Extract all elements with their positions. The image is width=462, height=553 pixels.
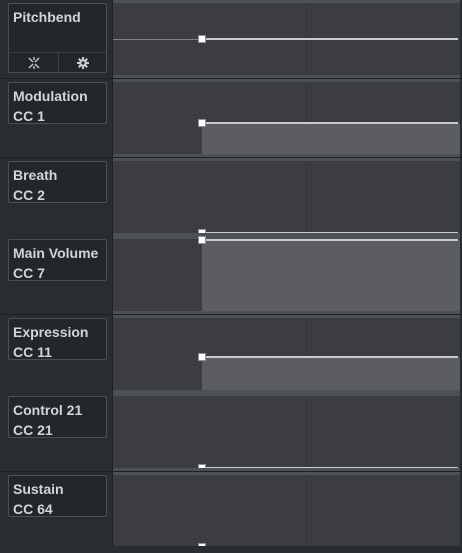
lane-header: Breath CC 2 [0,158,112,236]
controller-value-fill [202,357,460,390]
controller-cc-number: CC 7 [13,265,45,281]
controller-cc-number: CC 11 [13,344,52,360]
lane-top-line [113,393,460,396]
controller-value-line [202,122,458,124]
lane-header: Sustain CC 64 [0,472,112,550]
controller-name: Expression [13,324,89,340]
controller-lane-modulation: Modulation CC 1 [0,79,462,157]
controller-value-fill [202,123,460,154]
lane-header: Modulation CC 1 [0,79,112,157]
controller-name: Main Volume [13,245,99,261]
controller-lane-control-21: Control 21 CC 21 [0,393,462,471]
lane-bottom-line [113,75,460,78]
controller-value-line [202,38,458,40]
bar-divider [306,475,307,547]
controller-event-area[interactable] [113,79,460,157]
controller-select[interactable]: Breath CC 2 [8,161,107,203]
controller-cc-number: CC 21 [13,422,53,438]
controller-event-area[interactable] [113,158,460,236]
controller-event-handle[interactable] [198,236,206,244]
collapse-button[interactable] [10,53,58,72]
lane-top-line [113,0,460,3]
controller-select[interactable]: Sustain CC 64 [8,475,107,517]
controller-event-area[interactable] [113,315,460,393]
controller-select[interactable]: Main Volume CC 7 [8,239,107,281]
gear-icon [76,56,90,70]
controller-lane-breath: Breath CC 2 [0,158,462,236]
lane-top-line [113,79,460,82]
lane-controls [10,52,106,72]
gear-button[interactable] [58,53,106,72]
lane-top-line [113,158,460,161]
lane-header: Control 21 CC 21 [0,393,112,471]
lane-top-line [113,315,460,318]
collapse-icon [27,56,41,70]
lane-header: Pitchbend [0,0,112,78]
lane-bottom-line [113,154,460,157]
controller-event-area[interactable] [113,0,460,78]
pitchbend-center-line [113,39,202,40]
controller-event-handle[interactable] [198,119,206,127]
controller-lane-expression: Expression CC 11 [0,315,462,393]
controller-event-handle[interactable] [198,353,206,361]
controller-name: Pitchbend [13,9,81,25]
controller-select[interactable]: Control 21 CC 21 [8,396,107,438]
controller-event-handle[interactable] [198,35,206,43]
controller-cc-number: CC 2 [13,187,45,203]
controller-select[interactable]: Modulation CC 1 [8,82,107,124]
controller-select[interactable]: Pitchbend [8,3,107,73]
controller-name: Modulation [13,88,88,104]
controller-name: Sustain [13,481,64,497]
controller-lane-main-volume: Main Volume CC 7 [0,236,462,314]
controller-select[interactable]: Expression CC 11 [8,318,107,360]
controller-event-area[interactable] [113,393,460,471]
controller-lane-pitchbend: Pitchbend [0,0,462,78]
controller-event-area[interactable] [113,472,460,550]
controller-event-area[interactable] [113,236,460,314]
lane-bottom-line [113,468,460,471]
lane-header: Main Volume CC 7 [0,236,112,314]
lane-header: Expression CC 11 [0,315,112,393]
lane-top-line [113,472,460,475]
lane-bottom-line [113,311,460,314]
bottom-strip [0,546,462,553]
bar-divider [306,396,307,468]
controller-cc-number: CC 1 [13,108,45,124]
controller-lane-sustain: Sustain CC 64 [0,472,462,550]
controller-value-line [202,239,458,241]
bar-divider [306,161,307,233]
controller-cc-number: CC 64 [13,501,53,517]
controller-value-fill [202,240,460,311]
controller-name: Control 21 [13,402,83,418]
controller-name: Breath [13,167,58,183]
controller-value-line [202,356,458,358]
